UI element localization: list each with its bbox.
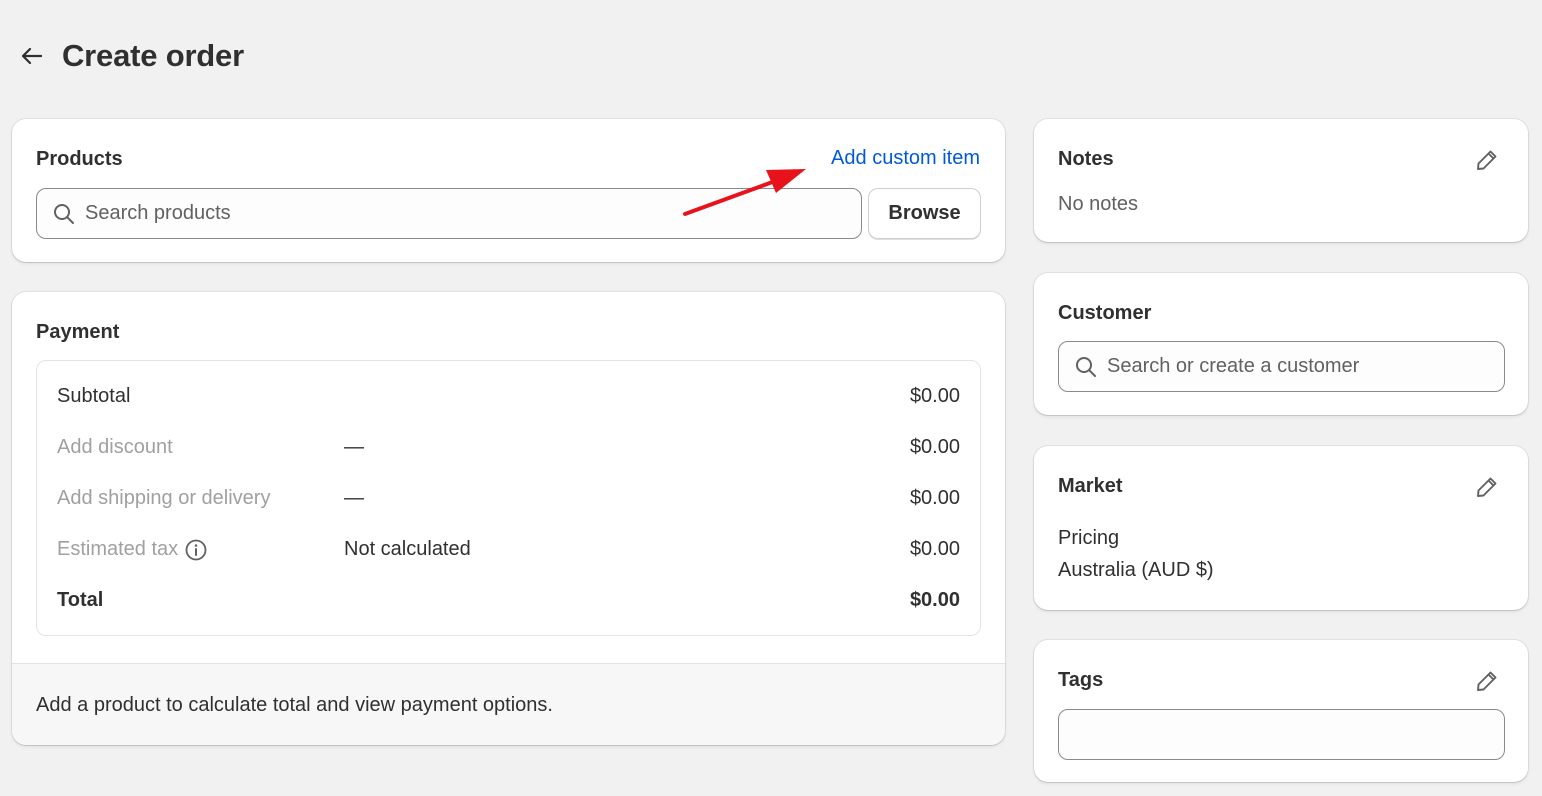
tax-row: Estimated tax Not calculated $0.00 [37,538,980,568]
info-icon[interactable] [185,539,207,561]
tax-label-group: Estimated tax [57,538,207,561]
market-title: Market [1058,475,1123,497]
tags-input[interactable] [1058,709,1505,760]
back-button[interactable] [20,36,48,76]
total-label: Total [57,589,104,611]
edit-notes-button[interactable] [1474,147,1500,173]
total-amount: $0.00 [909,589,960,611]
product-search-field[interactable] [36,188,862,239]
subtotal-label: Subtotal [57,385,131,407]
payment-title: Payment [36,321,120,343]
payment-card: Payment Subtotal $0.00 Add discount — $0… [12,292,1005,745]
customer-search-input[interactable] [1107,355,1504,378]
page-title: Create order [62,38,244,73]
notes-value: No notes [1058,193,1139,215]
estimated-tax-label: Estimated tax [57,538,179,560]
create-order-page: Create order Products Add custom item Br… [0,0,1542,796]
customer-search-field[interactable] [1058,341,1505,392]
pricing-label: Pricing [1058,527,1120,549]
shipping-detail: — [344,487,364,509]
edit-tags-button[interactable] [1474,668,1500,694]
page-header: Create order [20,36,244,76]
subtotal-row: Subtotal $0.00 [37,385,980,415]
payment-footer-text: Add a product to calculate total and vie… [36,694,553,716]
add-shipping-link[interactable]: Add shipping or delivery [57,487,270,510]
customer-card: Customer [1034,273,1528,415]
notes-card: Notes No notes [1034,119,1528,242]
market-card: Market Pricing Australia (AUD $) [1034,446,1528,610]
shipping-amount: $0.00 [909,487,960,509]
discount-row: Add discount — $0.00 [37,436,980,466]
products-title: Products [36,148,123,170]
browse-button[interactable]: Browse [868,188,981,239]
shipping-row: Add shipping or delivery — $0.00 [37,487,980,517]
pencil-icon [1477,477,1497,497]
discount-detail: — [344,436,364,458]
pencil-icon [1477,150,1497,170]
edit-market-button[interactable] [1474,474,1500,500]
tax-amount: $0.00 [909,538,960,560]
tags-title: Tags [1058,669,1104,691]
tax-detail: Not calculated [344,538,471,560]
pencil-icon [1477,671,1497,691]
arrow-left-icon [21,47,42,65]
payment-footer: Add a product to calculate total and vie… [12,663,1005,745]
customer-title: Customer [1058,302,1152,324]
discount-amount: $0.00 [909,436,960,458]
subtotal-amount: $0.00 [909,385,960,407]
pricing-value: Australia (AUD $) [1058,559,1214,581]
search-icon [54,203,74,224]
notes-title: Notes [1058,148,1114,170]
total-row: Total $0.00 [37,589,980,619]
tags-card: Tags [1034,640,1528,782]
products-card: Products Add custom item Browse [12,119,1005,262]
payment-summary: Subtotal $0.00 Add discount — $0.00 Add … [36,360,981,636]
add-custom-item-link[interactable]: Add custom item [831,147,980,170]
search-icon [1076,356,1096,377]
product-search-input[interactable] [85,202,861,225]
add-discount-link[interactable]: Add discount [57,436,173,459]
